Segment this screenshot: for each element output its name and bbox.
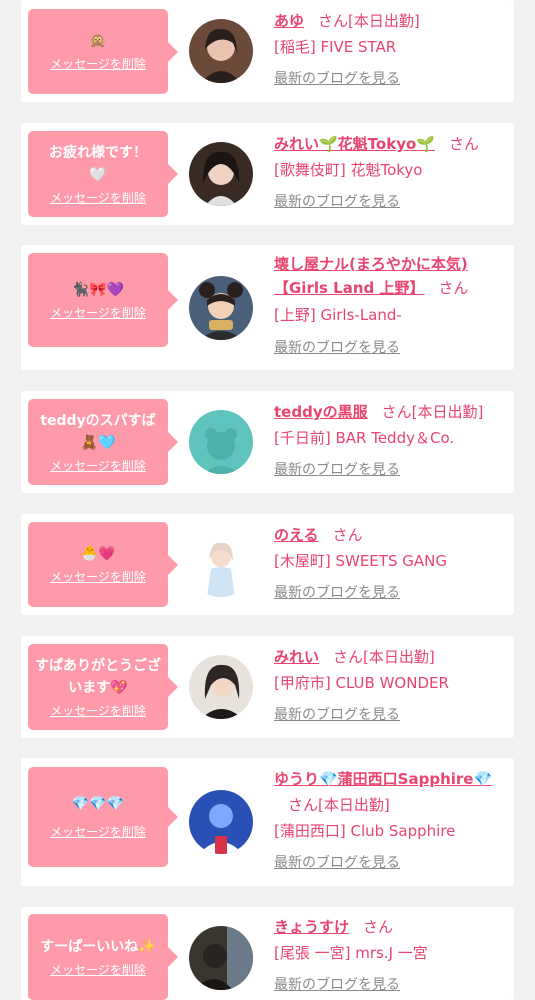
message-text: 🐈‍⬛🎀💜: [71, 281, 125, 298]
cast-name-link[interactable]: のえる: [274, 526, 319, 544]
message-text: お疲れ様です！🤍: [49, 144, 147, 183]
delete-message-link[interactable]: メッセージを削除: [50, 568, 146, 586]
message-card: お疲れ様です！🤍 メッセージを削除 みれい🌱花魁Tokyo🌱 さん [歌舞伎町] …: [21, 123, 514, 225]
cast-name-link[interactable]: きょうすけ: [274, 918, 349, 936]
message-bubble: 💎💎💎 メッセージを削除: [28, 767, 178, 867]
shop-name: [千日前] BAR Teddy＆Co.: [274, 429, 455, 447]
cast-info: teddyの黒服 さん[本日出勤] [千日前] BAR Teddy＆Co. 最新の…: [274, 399, 504, 481]
cast-info: あゆ さん[本日出勤] [稲毛] FIVE STAR 最新のブログを見る: [274, 8, 504, 90]
shop-name: [歌舞伎町] 花魁Tokyo: [274, 161, 423, 179]
cast-suffix: さん: [448, 135, 479, 153]
message-card: 🐈‍⬛🎀💜 メッセージを削除 壊し屋ナル(まろやかに本気)【Girls Land…: [21, 245, 514, 370]
cast-name-link[interactable]: ゆうり💎蒲田西口Sapphire💎: [274, 770, 492, 788]
avatar-photo-icon: [189, 533, 253, 597]
cast-suffix: さん[本日出勤]: [288, 796, 390, 814]
shop-name: [上野] Girls-Land-: [274, 306, 402, 324]
avatar-photo-icon: [189, 655, 253, 719]
shop-name: [木屋町] SWEETS GANG: [274, 552, 447, 570]
delete-message-link[interactable]: メッセージを削除: [50, 457, 146, 475]
avatar[interactable]: [189, 19, 253, 83]
avatar-photo-icon: [189, 19, 253, 83]
message-text: 🐣💗: [80, 546, 116, 562]
bear-avatar-icon: [189, 410, 253, 474]
shop-name: [甲府市] CLUB WONDER: [274, 674, 449, 692]
cast-name-link[interactable]: みれい: [274, 648, 319, 666]
blog-link[interactable]: 最新のブログを見る: [274, 974, 504, 996]
message-card: 💎💎💎 メッセージを削除 ゆうり💎蒲田西口Sapphire💎 さん[本日出勤] […: [21, 758, 514, 886]
shop-name: [尾張 一宮] mrs.J 一宮: [274, 944, 428, 962]
message-card: teddyのスパすば🧸🩵 メッセージを削除 teddyの黒服 さん[本日出勤] […: [21, 391, 514, 493]
cast-suffix: さん[本日出勤]: [333, 648, 435, 666]
delete-message-link[interactable]: メッセージを削除: [50, 55, 146, 73]
message-bubble: すーぱーいいね✨ メッセージを削除: [28, 914, 178, 1000]
cast-suffix: さん[本日出勤]: [381, 403, 484, 421]
message-bubble: 🐈‍⬛🎀💜 メッセージを削除: [28, 253, 178, 347]
cast-info: みれい さん[本日出勤] [甲府市] CLUB WONDER 最新のブログを見る: [274, 644, 504, 726]
message-text: teddyのスパすば🧸🩵: [40, 412, 156, 451]
cast-info: 壊し屋ナル(まろやかに本気)【Girls Land 上野】 さん [上野] Gir…: [274, 252, 504, 359]
avatar-photo-icon: [189, 926, 253, 990]
delete-message-link[interactable]: メッセージを削除: [50, 823, 146, 841]
delete-message-link[interactable]: メッセージを削除: [50, 961, 146, 979]
message-card: すーぱーいいね✨ メッセージを削除 きょうすけ さん [尾張 一宮] mrs.J …: [21, 907, 514, 1000]
blog-link[interactable]: 最新のブログを見る: [274, 68, 504, 90]
shop-name: [稲毛] FIVE STAR: [274, 38, 397, 56]
delete-message-link[interactable]: メッセージを削除: [50, 304, 146, 322]
message-bubble: 🙊 メッセージを削除: [28, 9, 178, 94]
message-bubble: 🐣💗 メッセージを削除: [28, 522, 178, 607]
cast-suffix: さん: [438, 279, 469, 297]
cast-suffix: さん: [363, 918, 394, 936]
shop-name: [蒲田西口] Club Sapphire: [274, 822, 456, 840]
blog-link[interactable]: 最新のブログを見る: [274, 337, 504, 359]
delete-message-link[interactable]: メッセージを削除: [50, 189, 146, 207]
message-text: 🙊: [89, 33, 107, 49]
avatar-photo-icon: [189, 276, 253, 340]
message-card: すぱありがとうございます💖 メッセージを削除 みれい さん[本日出勤] [甲府市]…: [21, 636, 514, 738]
message-card: 🐣💗 メッセージを削除 のえる さん [木屋町] SWEETS GANG 最新のブ…: [21, 514, 514, 615]
message-text: すーぱーいいね✨: [40, 938, 156, 955]
avatar-photo-icon: [189, 142, 253, 206]
message-bubble: お疲れ様です！🤍 メッセージを削除: [28, 131, 178, 217]
avatar[interactable]: [189, 142, 253, 206]
delete-message-link[interactable]: メッセージを削除: [50, 702, 146, 720]
avatar[interactable]: [189, 790, 253, 854]
cast-name-link[interactable]: みれい🌱花魁Tokyo🌱: [274, 135, 435, 153]
cast-info: のえる さん [木屋町] SWEETS GANG 最新のブログを見る: [274, 522, 504, 604]
avatar[interactable]: [189, 276, 253, 340]
message-card: 🙊 メッセージを削除 あゆ さん[本日出勤] [稲毛] FIVE STAR 最新の…: [21, 0, 514, 102]
cast-suffix: さん: [332, 526, 363, 544]
avatar[interactable]: [189, 410, 253, 474]
cast-info: みれい🌱花魁Tokyo🌱 さん [歌舞伎町] 花魁Tokyo 最新のブログを見る: [274, 131, 504, 213]
cast-name-link[interactable]: teddyの黒服: [274, 403, 368, 421]
blog-link[interactable]: 最新のブログを見る: [274, 582, 504, 604]
cast-suffix: さん[本日出勤]: [318, 12, 420, 30]
blog-link[interactable]: 最新のブログを見る: [274, 852, 504, 874]
cast-info: きょうすけ さん [尾張 一宮] mrs.J 一宮 最新のブログを見る: [274, 914, 504, 996]
avatar-photo-icon: [189, 790, 253, 854]
message-text: 💎💎💎: [71, 796, 125, 812]
avatar[interactable]: [189, 926, 253, 990]
message-bubble: teddyのスパすば🧸🩵 メッセージを削除: [28, 399, 178, 485]
message-text: すぱありがとうございます💖: [35, 657, 161, 696]
cast-name-link[interactable]: あゆ: [274, 12, 304, 30]
blog-link[interactable]: 最新のブログを見る: [274, 459, 504, 481]
avatar[interactable]: [189, 655, 253, 719]
message-bubble: すぱありがとうございます💖 メッセージを削除: [28, 644, 178, 730]
avatar[interactable]: [189, 533, 253, 597]
blog-link[interactable]: 最新のブログを見る: [274, 191, 504, 213]
cast-info: ゆうり💎蒲田西口Sapphire💎 さん[本日出勤] [蒲田西口] Club Sa…: [274, 766, 504, 874]
blog-link[interactable]: 最新のブログを見る: [274, 704, 504, 726]
